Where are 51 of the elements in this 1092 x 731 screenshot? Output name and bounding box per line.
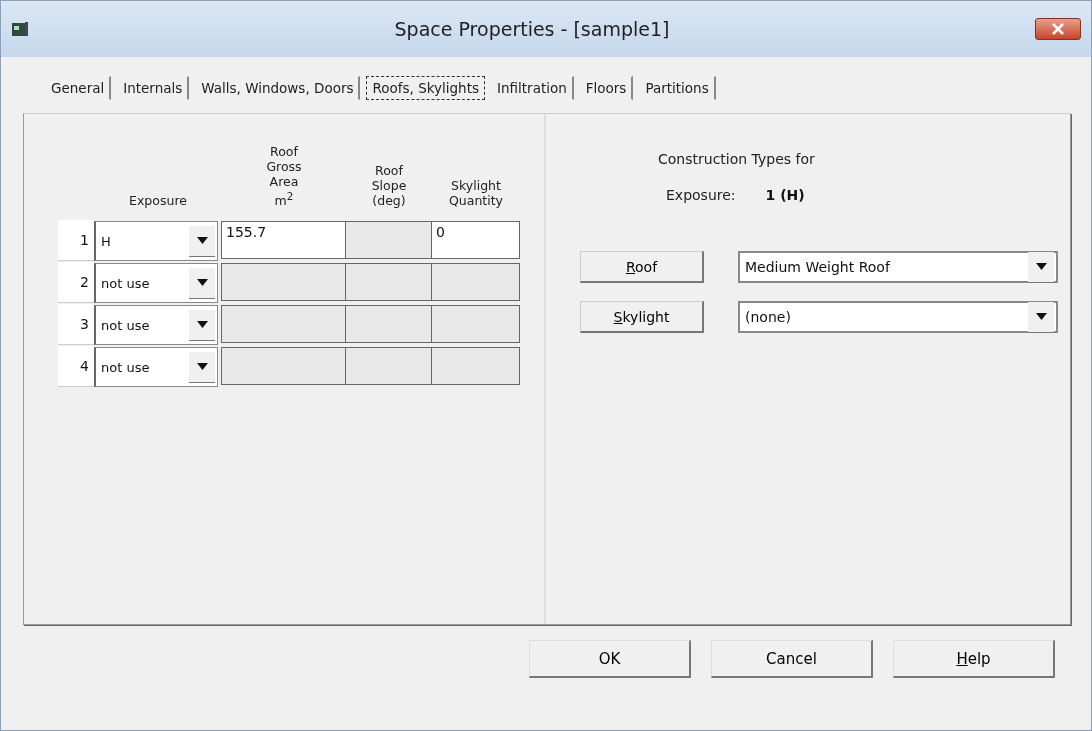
window-title: Space Properties - [sample1] (393, 18, 671, 40)
construction-dropdown[interactable]: Medium Weight Roof (738, 251, 1058, 283)
construction-button[interactable]: Roof (580, 251, 704, 283)
column-header: Exposure (128, 192, 188, 211)
tab[interactable]: Roofs, Skylights (366, 76, 485, 100)
exposure-label: Exposure: (666, 187, 736, 203)
exposure-dropdown[interactable]: H (94, 221, 218, 262)
close-button[interactable] (1035, 18, 1081, 40)
caret-icon (196, 363, 208, 371)
column-header: Roof Slope (deg) (370, 162, 408, 211)
caret-icon (1035, 313, 1047, 320)
exposure-dropdown[interactable]: not use (94, 263, 218, 304)
quantity-cell[interactable] (431, 347, 520, 386)
construction-heading: Construction Types for (658, 151, 816, 167)
construction-dropdown[interactable]: (none) (738, 301, 1058, 333)
tab[interactable]: Partitions (639, 76, 716, 100)
construction-button[interactable]: Skylight (580, 301, 704, 333)
area-cell[interactable] (221, 347, 346, 386)
area-cell[interactable]: 155.7 (221, 221, 346, 260)
exposure-dropdown[interactable]: not use (94, 347, 218, 388)
slope-cell[interactable] (345, 305, 432, 344)
tab[interactable]: Internals (117, 76, 190, 100)
row-number: 3 (58, 304, 94, 346)
area-cell[interactable] (221, 263, 346, 302)
caret-icon (196, 321, 208, 329)
tab[interactable]: Walls, Windows, Doors (195, 76, 361, 100)
slope-cell[interactable] (345, 263, 432, 302)
tab[interactable]: Floors (579, 76, 634, 100)
area-cell[interactable] (221, 305, 346, 344)
dialog-button[interactable]: Help (893, 640, 1055, 678)
window-icon (11, 20, 29, 38)
caret-icon (196, 279, 208, 287)
quantity-cell[interactable] (431, 305, 520, 344)
tab[interactable]: Infiltration (491, 76, 574, 100)
caret-icon (1035, 263, 1047, 270)
row-number: 4 (58, 346, 94, 388)
dialog-button[interactable]: Cancel (711, 640, 873, 678)
caret-icon (196, 237, 208, 245)
exposure-value: 1 (H) (765, 187, 805, 203)
slope-cell[interactable] (345, 347, 432, 386)
column-header: Roof Gross Area m$^{2}$ (265, 144, 303, 211)
quantity-cell[interactable]: 0 (431, 221, 520, 260)
column-header: Skylight Quantity (448, 177, 504, 211)
tab[interactable]: General (45, 76, 112, 100)
row-number: 2 (58, 262, 94, 304)
dialog-button[interactable]: OK (529, 640, 691, 678)
slope-cell[interactable] (345, 221, 432, 260)
close-icon (1051, 23, 1065, 35)
exposure-dropdown[interactable]: not use (94, 305, 218, 346)
quantity-cell[interactable] (431, 263, 520, 302)
row-number: 1 (58, 220, 94, 262)
